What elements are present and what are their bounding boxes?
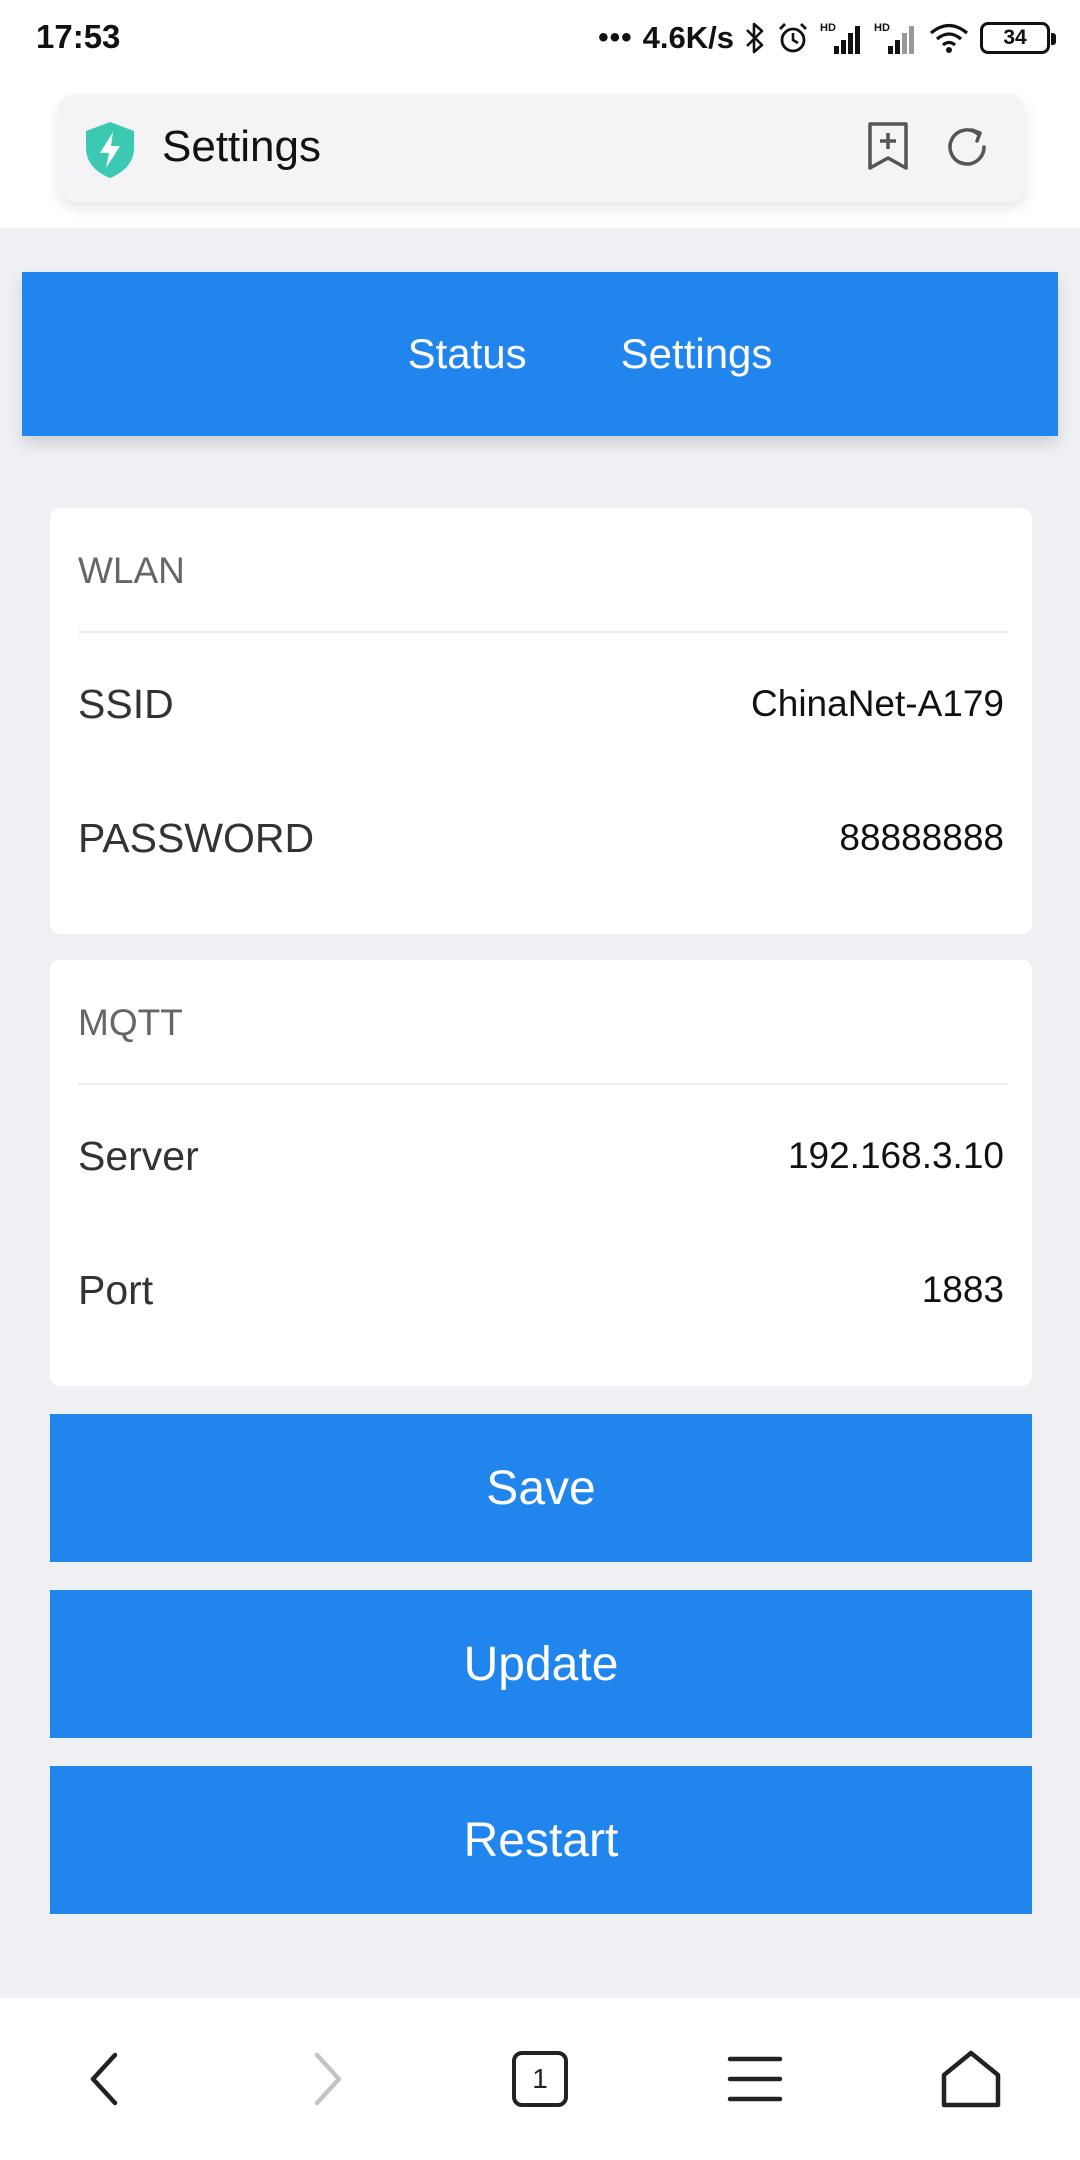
update-button[interactable]: Update (50, 1590, 1032, 1738)
ssid-row[interactable]: SSID ChinaNet-A179 (78, 664, 1004, 744)
tabs-icon[interactable]: 1 (495, 2034, 585, 2124)
page-content: Status Settings WLAN SSID ChinaNet-A179 … (0, 228, 1080, 1998)
shield-bolt-icon (82, 120, 138, 180)
hd-signal-icon: HD (820, 20, 864, 56)
port-label: Port (78, 1266, 154, 1313)
server-row[interactable]: Server 192.168.3.10 (78, 1116, 1004, 1196)
forward-icon[interactable] (282, 2034, 372, 2124)
wlan-header: WLAN (78, 550, 185, 591)
bluetooth-icon (744, 21, 766, 55)
battery-icon: 34 (980, 22, 1056, 54)
network-speed: 4.6K/s (642, 20, 734, 55)
page-title: Settings (162, 122, 321, 171)
status-time: 17:53 (36, 18, 121, 55)
restart-button[interactable]: Restart (50, 1766, 1032, 1914)
port-row[interactable]: Port 1883 (78, 1250, 1004, 1330)
divider (78, 1083, 1008, 1085)
bottom-navigation: 1 (0, 1998, 1080, 2160)
svg-text:HD: HD (874, 22, 890, 34)
top-nav: Status Settings (22, 272, 1058, 436)
home-icon[interactable] (926, 2034, 1016, 2124)
password-row[interactable]: PASSWORD 88888888 (78, 798, 1004, 878)
nav-settings-link[interactable]: Settings (621, 330, 773, 378)
status-dots: ••• (598, 21, 633, 54)
password-value[interactable]: 88888888 (839, 817, 1004, 859)
ssid-label: SSID (78, 680, 174, 727)
hd-signal-icon: HD (874, 20, 918, 56)
divider (78, 631, 1008, 633)
password-label: PASSWORD (78, 814, 315, 861)
server-label: Server (78, 1132, 199, 1179)
svg-text:HD: HD (820, 22, 836, 34)
status-bar: 17:53 ••• 4.6K/s HD HD 34 (0, 0, 1080, 76)
tab-count: 1 (532, 2063, 548, 2094)
browser-toolbar: Settings (0, 76, 1080, 228)
wlan-card: WLAN SSID ChinaNet-A179 PASSWORD 8888888… (50, 508, 1032, 934)
wifi-icon (928, 21, 970, 55)
mqtt-header: MQTT (78, 1002, 183, 1043)
alarm-icon (776, 21, 810, 55)
nav-status-link[interactable]: Status (408, 330, 527, 378)
port-value[interactable]: 1883 (922, 1269, 1004, 1311)
back-icon[interactable] (60, 2034, 150, 2124)
server-value[interactable]: 192.168.3.10 (788, 1135, 1004, 1177)
battery-level: 34 (1003, 26, 1027, 49)
save-button[interactable]: Save (50, 1414, 1032, 1562)
ssid-value[interactable]: ChinaNet-A179 (751, 683, 1004, 725)
menu-icon[interactable] (710, 2034, 800, 2124)
status-icons: ••• 4.6K/s HD HD 34 (598, 14, 1056, 62)
mqtt-card: MQTT Server 192.168.3.10 Port 1883 (50, 960, 1032, 1386)
refresh-icon[interactable] (942, 122, 992, 172)
bookmark-add-icon[interactable] (864, 120, 912, 172)
address-bar[interactable]: Settings (58, 94, 1026, 202)
